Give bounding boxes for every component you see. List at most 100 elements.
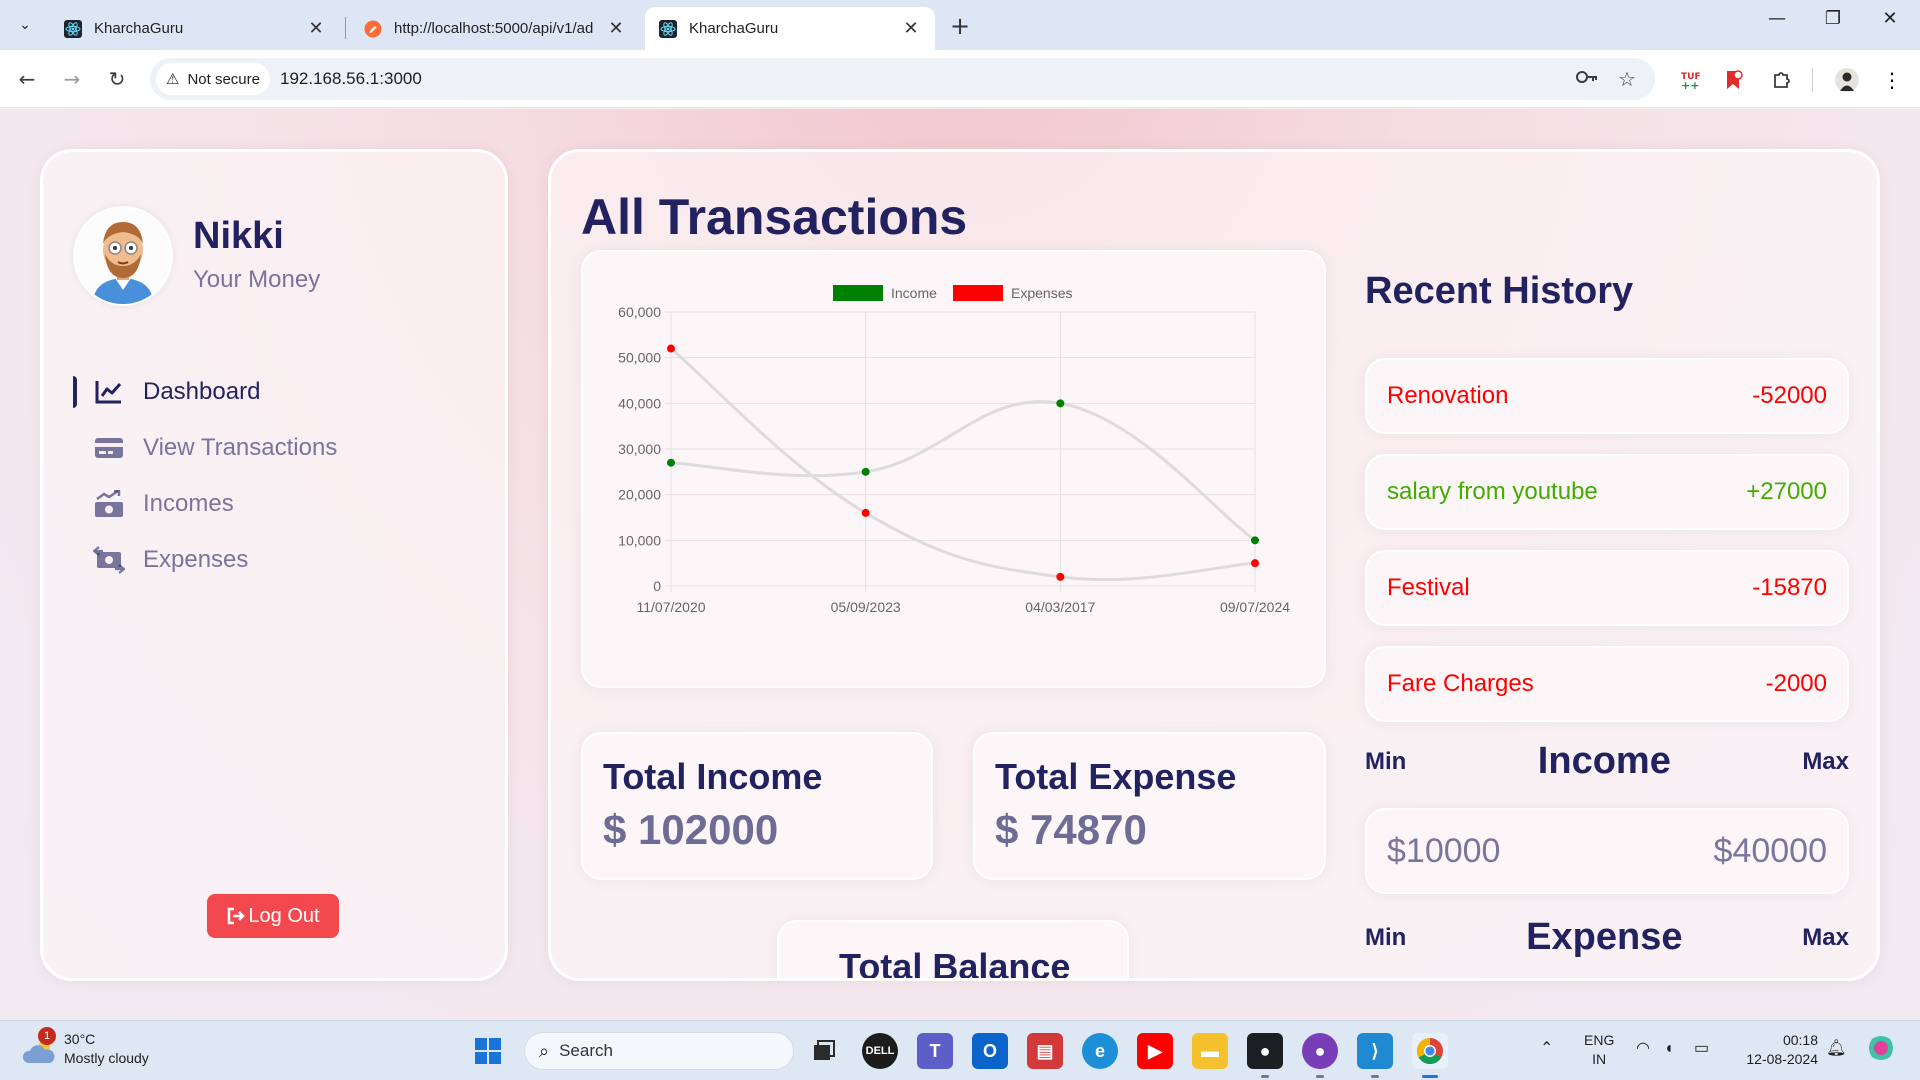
user-subtitle: Your Money (193, 266, 321, 293)
y-tick-label: 60,000 (618, 304, 661, 320)
task-view-icon[interactable] (806, 1033, 842, 1069)
total-income-value: $ 102000 (603, 806, 779, 853)
extension-tuf-icon[interactable]: TUF ++ (1674, 63, 1708, 97)
copilot-icon[interactable] (1866, 1033, 1896, 1068)
taskbar-search-box[interactable]: ⌕ Search (524, 1032, 794, 1070)
postman-icon (364, 20, 382, 37)
system-clock[interactable]: 00:18 12-08-2024 (1738, 1031, 1818, 1069)
back-icon[interactable]: ← (10, 62, 44, 96)
react-icon (64, 19, 82, 38)
sidebar-item-incomes[interactable]: Incomes (73, 476, 493, 532)
minimize-icon[interactable]: — (1757, 8, 1797, 29)
sidebar-item-expenses[interactable]: Expenses (73, 532, 493, 588)
tab-close-icon[interactable]: ✕ (901, 18, 921, 39)
y-tick-label: 0 (653, 578, 661, 594)
chart-line-icon (93, 376, 125, 408)
outlook-icon[interactable]: O (972, 1033, 1008, 1069)
battery-icon[interactable]: ▭ (1694, 1039, 1709, 1058)
history-item: Festival -15870 (1365, 550, 1849, 626)
url-text[interactable]: 192.168.56.1:3000 (280, 69, 422, 89)
y-tick-label: 30,000 (618, 441, 661, 457)
avatar (73, 206, 173, 306)
app-page: Nikki Your Money Dashboard View Transact… (0, 109, 1920, 1020)
browser-tab[interactable]: http://localhost:5000/api/v1/ad ✕ (350, 7, 640, 50)
income-range-title: Income (1537, 740, 1671, 782)
sidebar-item-view-transactions[interactable]: View Transactions (73, 420, 493, 476)
address-bar[interactable]: ⚠ Not secure 192.168.56.1:3000 ☆ (150, 58, 1655, 100)
main-panel: All Transactions 60,000 50,000 40,000 30,00… (548, 149, 1880, 981)
extensions-puzzle-icon[interactable] (1765, 63, 1799, 97)
income-max-value: $40000 (1713, 831, 1827, 870)
tab-close-icon[interactable]: ✕ (306, 18, 326, 39)
transactions-line-chart: 60,000 50,000 40,000 30,000 20,000 10,000 0 11/… (618, 285, 1290, 615)
total-balance-card: Total Balance (777, 920, 1129, 978)
close-window-icon[interactable]: ✕ (1870, 8, 1910, 29)
weather-alert-badge: 1 (38, 1027, 56, 1045)
notification-bell-icon[interactable]: 🔔︎ (1826, 1039, 1846, 1058)
logout-label: Log Out (248, 904, 320, 927)
credit-card-icon (93, 432, 125, 464)
user-avatar-icon (93, 222, 153, 304)
history-item-label: salary from youtube (1387, 478, 1598, 505)
restore-icon[interactable]: ❐ (1813, 8, 1853, 29)
recent-history-title: Recent History (1365, 270, 1634, 312)
browser-tab-active[interactable]: KharchaGuru ✕ (645, 7, 935, 50)
search-icon: ⌕ (539, 1040, 550, 1061)
news-app-icon[interactable]: ▤ (1027, 1033, 1063, 1069)
chrome-icon[interactable] (1412, 1033, 1448, 1069)
new-tab-icon[interactable]: + (950, 12, 970, 40)
browser-menu-icon[interactable]: ⋮ (1875, 63, 1909, 97)
legend-swatch-expenses (953, 285, 1003, 301)
income-min-label: Min (1365, 747, 1407, 775)
y-tick-label: 10,000 (618, 532, 661, 548)
github-icon[interactable]: ● (1247, 1033, 1283, 1069)
sidebar-item-label: View Transactions (143, 434, 338, 461)
windows-start-icon[interactable] (470, 1033, 506, 1069)
total-expense-card: Total Expense $ 74870 (973, 732, 1326, 880)
svg-text:++: ++ (1681, 79, 1699, 91)
sidebar-item-dashboard[interactable]: Dashboard (73, 364, 493, 420)
weather-widget[interactable]: 1 30°C Mostly cloudy (20, 1027, 149, 1069)
github-desktop-icon[interactable]: ● (1302, 1033, 1338, 1069)
tab-search-dropdown-icon[interactable]: ⌄ (8, 9, 42, 41)
tab-close-icon[interactable]: ✕ (606, 18, 626, 39)
legend-swatch-income (833, 285, 883, 301)
warning-icon: ⚠ (166, 71, 180, 88)
x-tick-label: 11/07/2020 (636, 599, 705, 615)
security-chip[interactable]: ⚠ Not secure (156, 63, 270, 95)
history-item-label: Renovation (1387, 382, 1509, 409)
forward-icon[interactable]: → (55, 62, 89, 96)
weather-temperature: 30°C (64, 1031, 96, 1047)
volume-icon[interactable]: ◖ (1664, 1039, 1674, 1058)
sidebar-item-label: Incomes (143, 490, 234, 517)
vscode-icon[interactable]: ⟩ (1357, 1033, 1393, 1069)
legend-label: Expenses (1011, 285, 1072, 301)
sidebar-item-label: Expenses (143, 546, 249, 573)
teams-icon[interactable]: T (917, 1033, 953, 1069)
edge-browser-icon[interactable]: e (1082, 1033, 1118, 1069)
legend-label: Income (891, 285, 937, 301)
show-hidden-icons-chevron-icon[interactable]: ⌃ (1540, 1039, 1553, 1058)
wifi-icon[interactable]: ◠ (1636, 1039, 1650, 1058)
history-item-amount: -52000 (1752, 382, 1827, 409)
dell-app-icon[interactable]: DELL (862, 1033, 898, 1069)
series-line-income (670, 400, 1256, 542)
password-key-icon[interactable] (1575, 67, 1599, 92)
browser-toolbar: ← → ↻ ⚠ Not secure 192.168.56.1:3000 ☆ T… (0, 50, 1920, 108)
history-item: Fare Charges -2000 (1365, 646, 1849, 722)
income-range-header: Min Income Max (1365, 740, 1849, 783)
profile-avatar-icon[interactable] (1830, 63, 1864, 97)
extension-bookmark-icon[interactable] (1717, 63, 1751, 97)
browser-tab[interactable]: KharchaGuru ✕ (50, 7, 340, 50)
running-indicator (1316, 1075, 1324, 1078)
money-bill-trend-up-icon (93, 488, 125, 520)
page-title: All Transactions (581, 189, 968, 245)
bookmark-star-icon[interactable]: ☆ (1618, 67, 1636, 91)
data-point-income (1251, 536, 1259, 545)
logout-button[interactable]: Log Out (207, 894, 339, 938)
reload-icon[interactable]: ↻ (100, 62, 134, 96)
youtube-icon[interactable]: ▶ (1137, 1033, 1173, 1069)
expense-range-title: Expense (1526, 916, 1683, 958)
file-explorer-icon[interactable]: ▬ (1192, 1033, 1228, 1069)
language-indicator[interactable]: ENG IN (1584, 1031, 1614, 1069)
